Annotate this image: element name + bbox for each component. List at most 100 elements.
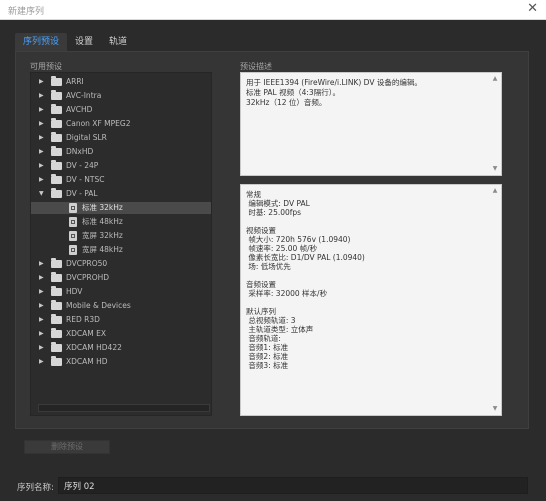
preset-folder-row[interactable]: ▶ DV - 24P [31, 160, 211, 172]
preset-tree[interactable]: ▶ ARRI ▶ AVC-Intra ▶ AVCHD ▶ Canon XF MPEG2 ▶ Dig… [30, 72, 212, 416]
preset-folder-row[interactable]: ▶ Mobile & Devices [31, 300, 211, 312]
chevron-right-icon[interactable]: ▶ [39, 160, 44, 172]
folder-icon [51, 188, 62, 198]
chevron-right-icon[interactable]: ▶ [39, 174, 44, 186]
close-icon[interactable]: ✕ [527, 1, 538, 16]
preset-item-row[interactable]: 标准 48kHz [31, 216, 211, 228]
window-title: 新建序列 [8, 7, 45, 17]
folder-icon [51, 272, 62, 282]
preset-folder-row[interactable]: ▶ HDV [31, 286, 211, 298]
folder-icon [51, 160, 62, 170]
preset-folder-row[interactable]: ▼ DV - PAL [31, 188, 211, 200]
preset-folder-row[interactable]: ▶ XDCAM EX [31, 328, 211, 340]
preset-label: AVCHD [66, 105, 93, 114]
preset-label: DV - PAL [66, 189, 98, 198]
sequence-name-label: 序列名称: [17, 483, 54, 493]
preset-label: DV - 24P [66, 161, 99, 170]
preset-file-icon [69, 217, 77, 227]
preset-details-box: 常规 编辑模式: DV PAL 时基: 25.00fps 视频设置 帧大小: 7… [240, 184, 502, 416]
scroll-up-icon[interactable]: ▲ [491, 187, 499, 195]
chevron-right-icon[interactable]: ▶ [39, 356, 44, 368]
folder-icon [51, 328, 62, 338]
chevron-right-icon[interactable]: ▶ [39, 286, 44, 298]
folder-icon [51, 132, 62, 142]
folder-icon [51, 146, 62, 156]
preset-folder-row[interactable]: ▶ ARRI [31, 76, 211, 88]
folder-icon [51, 174, 62, 184]
preset-item-row[interactable]: 标准 32kHz [31, 202, 211, 214]
details-scrollbar[interactable]: ▲ ▼ [491, 187, 499, 413]
preset-item-row[interactable]: 宽屏 32kHz [31, 230, 211, 242]
chevron-right-icon[interactable]: ▶ [39, 132, 44, 144]
preset-label: Canon XF MPEG2 [66, 119, 131, 128]
preset-label: 宽屏 32kHz [82, 231, 123, 240]
preset-folder-row[interactable]: ▶ XDCAM HD [31, 356, 211, 368]
preset-label: Digital SLR [66, 133, 107, 142]
tab-sequence-presets[interactable]: 序列预设 [15, 33, 68, 51]
tab-settings[interactable]: 设置 [67, 33, 101, 51]
preset-description-label: 预设描述 [240, 62, 272, 71]
chevron-right-icon[interactable]: ▶ [39, 146, 44, 158]
preset-folder-row[interactable]: ▶ AVC-Intra [31, 90, 211, 102]
preset-folder-row[interactable]: ▶ Canon XF MPEG2 [31, 118, 211, 130]
preset-label: 标准 48kHz [82, 217, 123, 226]
preset-label: XDCAM HD422 [66, 343, 122, 352]
available-presets-label: 可用预设 [30, 62, 62, 71]
folder-icon [51, 258, 62, 268]
description-scrollbar[interactable]: ▲ ▼ [491, 75, 499, 173]
preset-folder-row[interactable]: ▶ Digital SLR [31, 132, 211, 144]
preset-folder-row[interactable]: ▶ RED R3D [31, 314, 211, 326]
preset-tree-horizontal-scrollbar[interactable] [38, 404, 210, 412]
sequence-name-row: 序列名称: [0, 477, 546, 497]
title-bar: 新建序列 ✕ [0, 0, 546, 20]
preset-label: AVC-Intra [66, 91, 102, 100]
preset-label: 标准 32kHz [82, 203, 123, 212]
chevron-right-icon[interactable]: ▶ [39, 118, 44, 130]
preset-folder-row[interactable]: ▶ AVCHD [31, 104, 211, 116]
folder-icon [51, 300, 62, 310]
preset-label: Mobile & Devices [66, 301, 131, 310]
chevron-right-icon[interactable]: ▶ [39, 258, 44, 270]
preset-label: DVCPRO50 [66, 259, 108, 268]
folder-icon [51, 118, 62, 128]
preset-folder-row[interactable]: ▶ DV - NTSC [31, 174, 211, 186]
preset-folder-row[interactable]: ▶ DNxHD [31, 146, 211, 158]
chevron-right-icon[interactable]: ▶ [39, 272, 44, 284]
preset-folder-row[interactable]: ▶ DVCPROHD [31, 272, 211, 284]
tab-bar: 序列预设 设置 轨道 [15, 33, 135, 51]
chevron-right-icon[interactable]: ▶ [39, 104, 44, 116]
preset-label: HDV [66, 287, 83, 296]
preset-label: ARRI [66, 77, 84, 86]
sequence-name-input[interactable] [58, 477, 528, 494]
chevron-right-icon[interactable]: ▶ [39, 76, 44, 88]
preset-file-icon [69, 203, 77, 213]
folder-icon [51, 314, 62, 324]
preset-file-icon [69, 231, 77, 241]
preset-label: XDCAM EX [66, 329, 107, 338]
folder-icon [51, 76, 62, 86]
chevron-right-icon[interactable]: ▶ [39, 314, 44, 326]
chevron-right-icon[interactable]: ▶ [39, 328, 44, 340]
scroll-up-icon[interactable]: ▲ [491, 75, 499, 83]
tab-tracks[interactable]: 轨道 [101, 33, 135, 51]
folder-icon [51, 286, 62, 296]
chevron-right-icon[interactable]: ▶ [39, 342, 44, 354]
preset-label: 宽屏 48kHz [82, 245, 123, 254]
preset-label: DV - NTSC [66, 175, 105, 184]
preset-label: RED R3D [66, 315, 100, 324]
scroll-down-icon[interactable]: ▼ [491, 165, 499, 173]
preset-label: DNxHD [66, 147, 94, 156]
folder-icon [51, 356, 62, 366]
chevron-right-icon[interactable]: ▶ [39, 300, 44, 312]
preset-folder-row[interactable]: ▶ XDCAM HD422 [31, 342, 211, 354]
chevron-right-icon[interactable]: ▶ [39, 90, 44, 102]
scroll-down-icon[interactable]: ▼ [491, 405, 499, 413]
preset-file-icon [69, 245, 77, 255]
folder-icon [51, 90, 62, 100]
preset-label: XDCAM HD [66, 357, 108, 366]
preset-item-row[interactable]: 宽屏 48kHz [31, 244, 211, 256]
chevron-down-icon[interactable]: ▼ [39, 188, 44, 200]
delete-preset-button[interactable]: 删除预设 [24, 440, 110, 454]
preset-folder-row[interactable]: ▶ DVCPRO50 [31, 258, 211, 270]
preset-label: DVCPROHD [66, 273, 110, 282]
